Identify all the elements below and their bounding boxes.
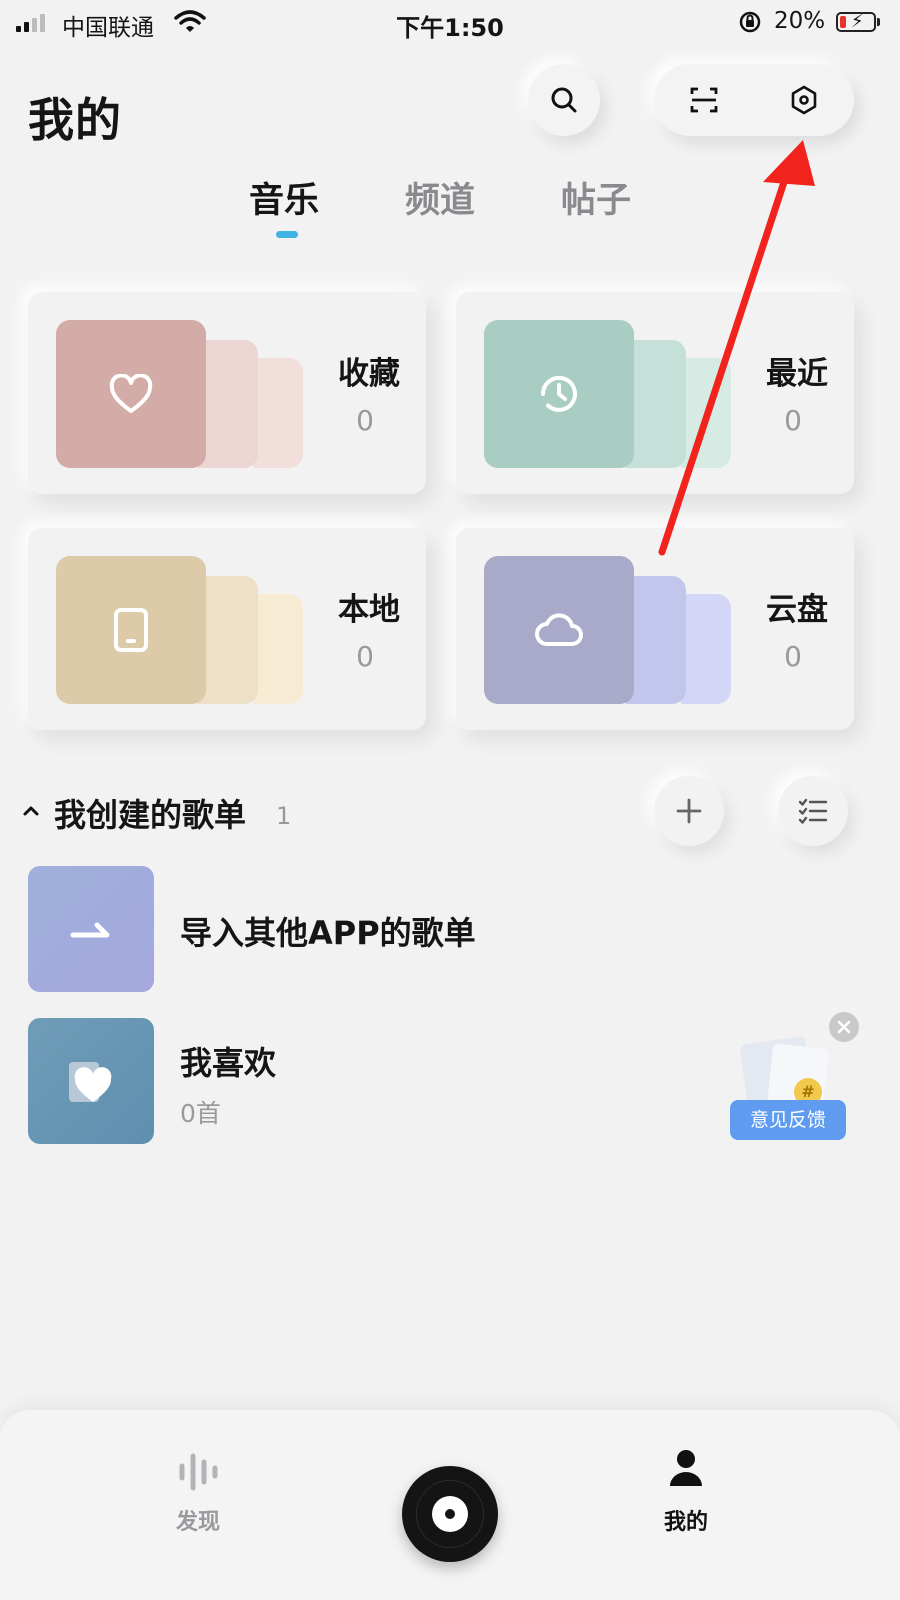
card-favorites[interactable]: 收藏 0: [28, 292, 426, 494]
card-stack-back: [253, 594, 303, 704]
disc-hole: [445, 1509, 455, 1519]
card-recent[interactable]: 最近 0: [456, 292, 854, 494]
card-stack-middle: [626, 576, 686, 704]
card-label: 本地: [338, 592, 400, 628]
card-stack-front: [484, 320, 634, 468]
card-cloud[interactable]: 云盘 0: [456, 528, 854, 730]
nav-discover[interactable]: 发现: [148, 1446, 248, 1546]
clock-icon: [540, 375, 577, 412]
search-icon: [551, 87, 577, 113]
nav-label: 我的: [663, 1510, 708, 1535]
card-count: 0: [784, 404, 802, 437]
tab-music[interactable]: 音乐: [249, 172, 319, 223]
card-label: 云盘: [766, 592, 828, 628]
card-count: 0: [356, 404, 374, 437]
playlist-title: 我喜欢: [180, 1044, 277, 1082]
feedback-label: 意见反馈: [730, 1100, 846, 1140]
playlist-cover-liked: [28, 1018, 154, 1144]
rotation-lock-icon: [739, 11, 761, 33]
playlist-cover-import: [28, 866, 154, 992]
status-bar: 中国联通 下午1:50 20% ⚡: [0, 0, 900, 46]
settings-icon: [791, 85, 817, 115]
phone-icon: [114, 608, 148, 652]
card-count: 0: [784, 640, 802, 673]
search-button[interactable]: [528, 64, 600, 136]
nav-label: 发现: [175, 1510, 220, 1535]
vinyl-disc-icon[interactable]: [402, 1466, 498, 1562]
battery-level: [840, 16, 846, 28]
plus-icon: [676, 798, 702, 824]
import-arrow-icon: [70, 922, 110, 938]
cloud-icon: [535, 613, 583, 646]
tab-indicator: [276, 231, 298, 238]
settings-button[interactable]: [754, 64, 854, 136]
playlist-subtitle: 0首: [180, 1099, 221, 1128]
playlist-row-import[interactable]: 导入其他APP的歌单: [28, 866, 888, 994]
tab-posts[interactable]: 帖子: [561, 172, 631, 223]
close-icon: [837, 1020, 851, 1034]
header-actions: [654, 64, 854, 136]
card-stack-back: [681, 358, 731, 468]
heart-icon: [109, 374, 153, 413]
scan-button[interactable]: [654, 64, 754, 136]
list-manage-icon: [798, 798, 828, 824]
user-icon: [670, 1450, 702, 1486]
card-stack-front: [484, 556, 634, 704]
page-title: 我的: [28, 93, 122, 147]
section-count: 1: [276, 802, 292, 830]
card-label: 收藏: [338, 356, 400, 392]
card-stack-front: [56, 556, 206, 704]
nav-mine[interactable]: 我的: [636, 1446, 736, 1546]
chevron-up-icon[interactable]: [22, 798, 40, 823]
card-count: 0: [356, 640, 374, 673]
tab-channel[interactable]: 频道: [405, 172, 475, 223]
card-stack-back: [681, 594, 731, 704]
heart-icon: [69, 1062, 112, 1102]
playlist-row-liked[interactable]: 我喜欢 0首: [28, 1018, 718, 1146]
card-stack-middle: [198, 340, 258, 468]
battery-icon: ⚡: [836, 12, 876, 32]
status-time: 下午1:50: [396, 14, 504, 42]
feedback-badge[interactable]: # 意见反馈: [730, 1035, 854, 1146]
playlist-title: 导入其他APP的歌单: [180, 914, 476, 952]
add-playlist-button[interactable]: [654, 776, 724, 846]
card-stack-middle: [198, 576, 258, 704]
manage-playlist-button[interactable]: [778, 776, 848, 846]
card-label: 最近: [766, 356, 828, 392]
waveform-icon: [179, 1453, 218, 1491]
card-stack-middle: [626, 340, 686, 468]
card-local[interactable]: 本地 0: [28, 528, 426, 730]
battery-percent: 20%: [774, 8, 826, 34]
battery-tip: [877, 18, 880, 26]
section-title[interactable]: 我创建的歌单: [54, 790, 246, 836]
card-stack-front: [56, 320, 206, 468]
card-stack-back: [253, 358, 303, 468]
scan-icon: [690, 87, 718, 113]
charging-bolt-icon: ⚡: [851, 11, 864, 32]
